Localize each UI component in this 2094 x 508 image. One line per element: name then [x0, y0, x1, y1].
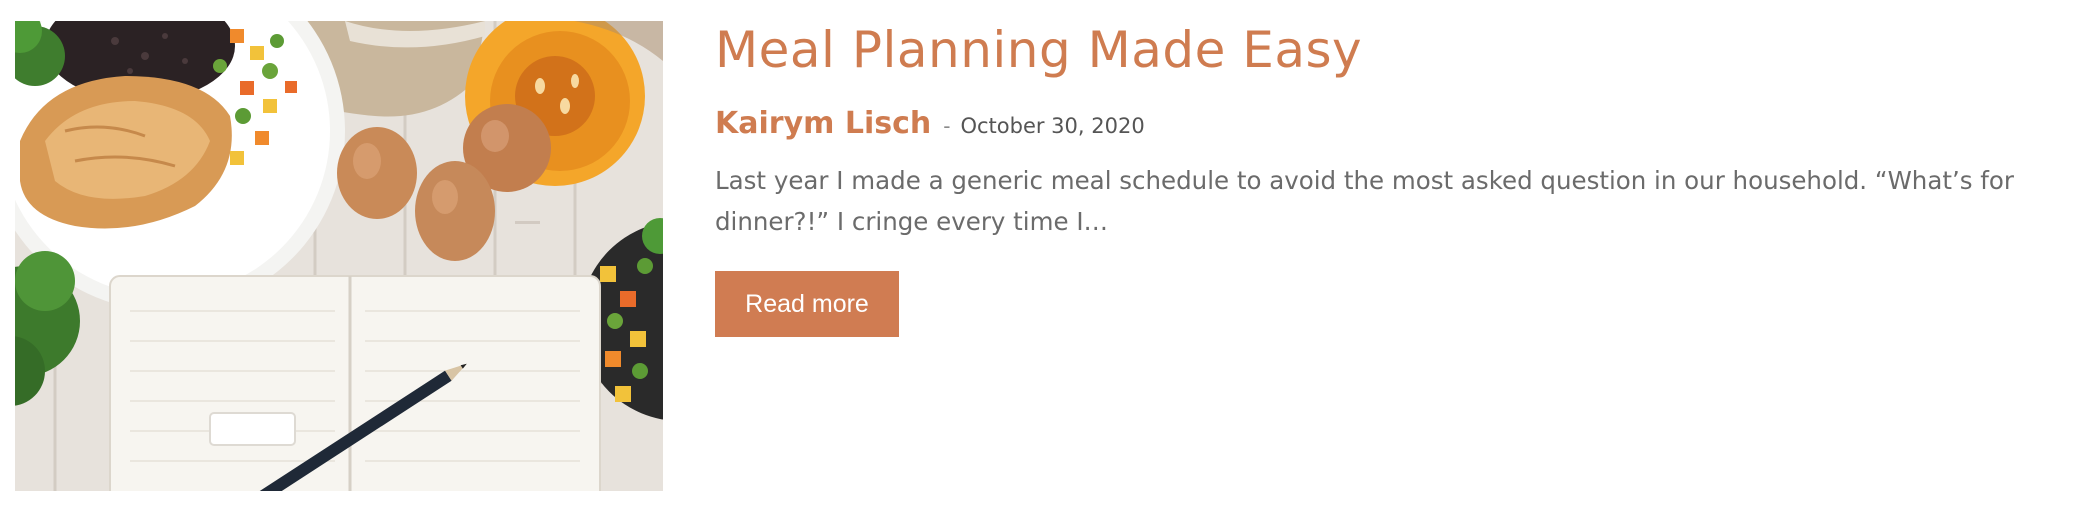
- post-date: October 30, 2020: [960, 114, 1145, 138]
- read-more-button[interactable]: Read more: [715, 271, 899, 337]
- meta-separator: -: [943, 114, 951, 138]
- post-meta: Kairym Lisch - October 30, 2020: [715, 106, 2085, 146]
- meal-plan-photo: [15, 21, 663, 491]
- post-title-link[interactable]: Meal Planning Made Easy: [715, 18, 2085, 82]
- post-excerpt: Last year I made a generic meal schedule…: [715, 166, 2014, 236]
- post-content: Meal Planning Made Easy Kairym Lisch - O…: [715, 18, 2085, 337]
- blog-post-card: Meal Planning Made Easy Kairym Lisch - O…: [0, 0, 2094, 508]
- post-featured-image[interactable]: [15, 21, 663, 491]
- post-author-link[interactable]: Kairym Lisch: [715, 106, 931, 141]
